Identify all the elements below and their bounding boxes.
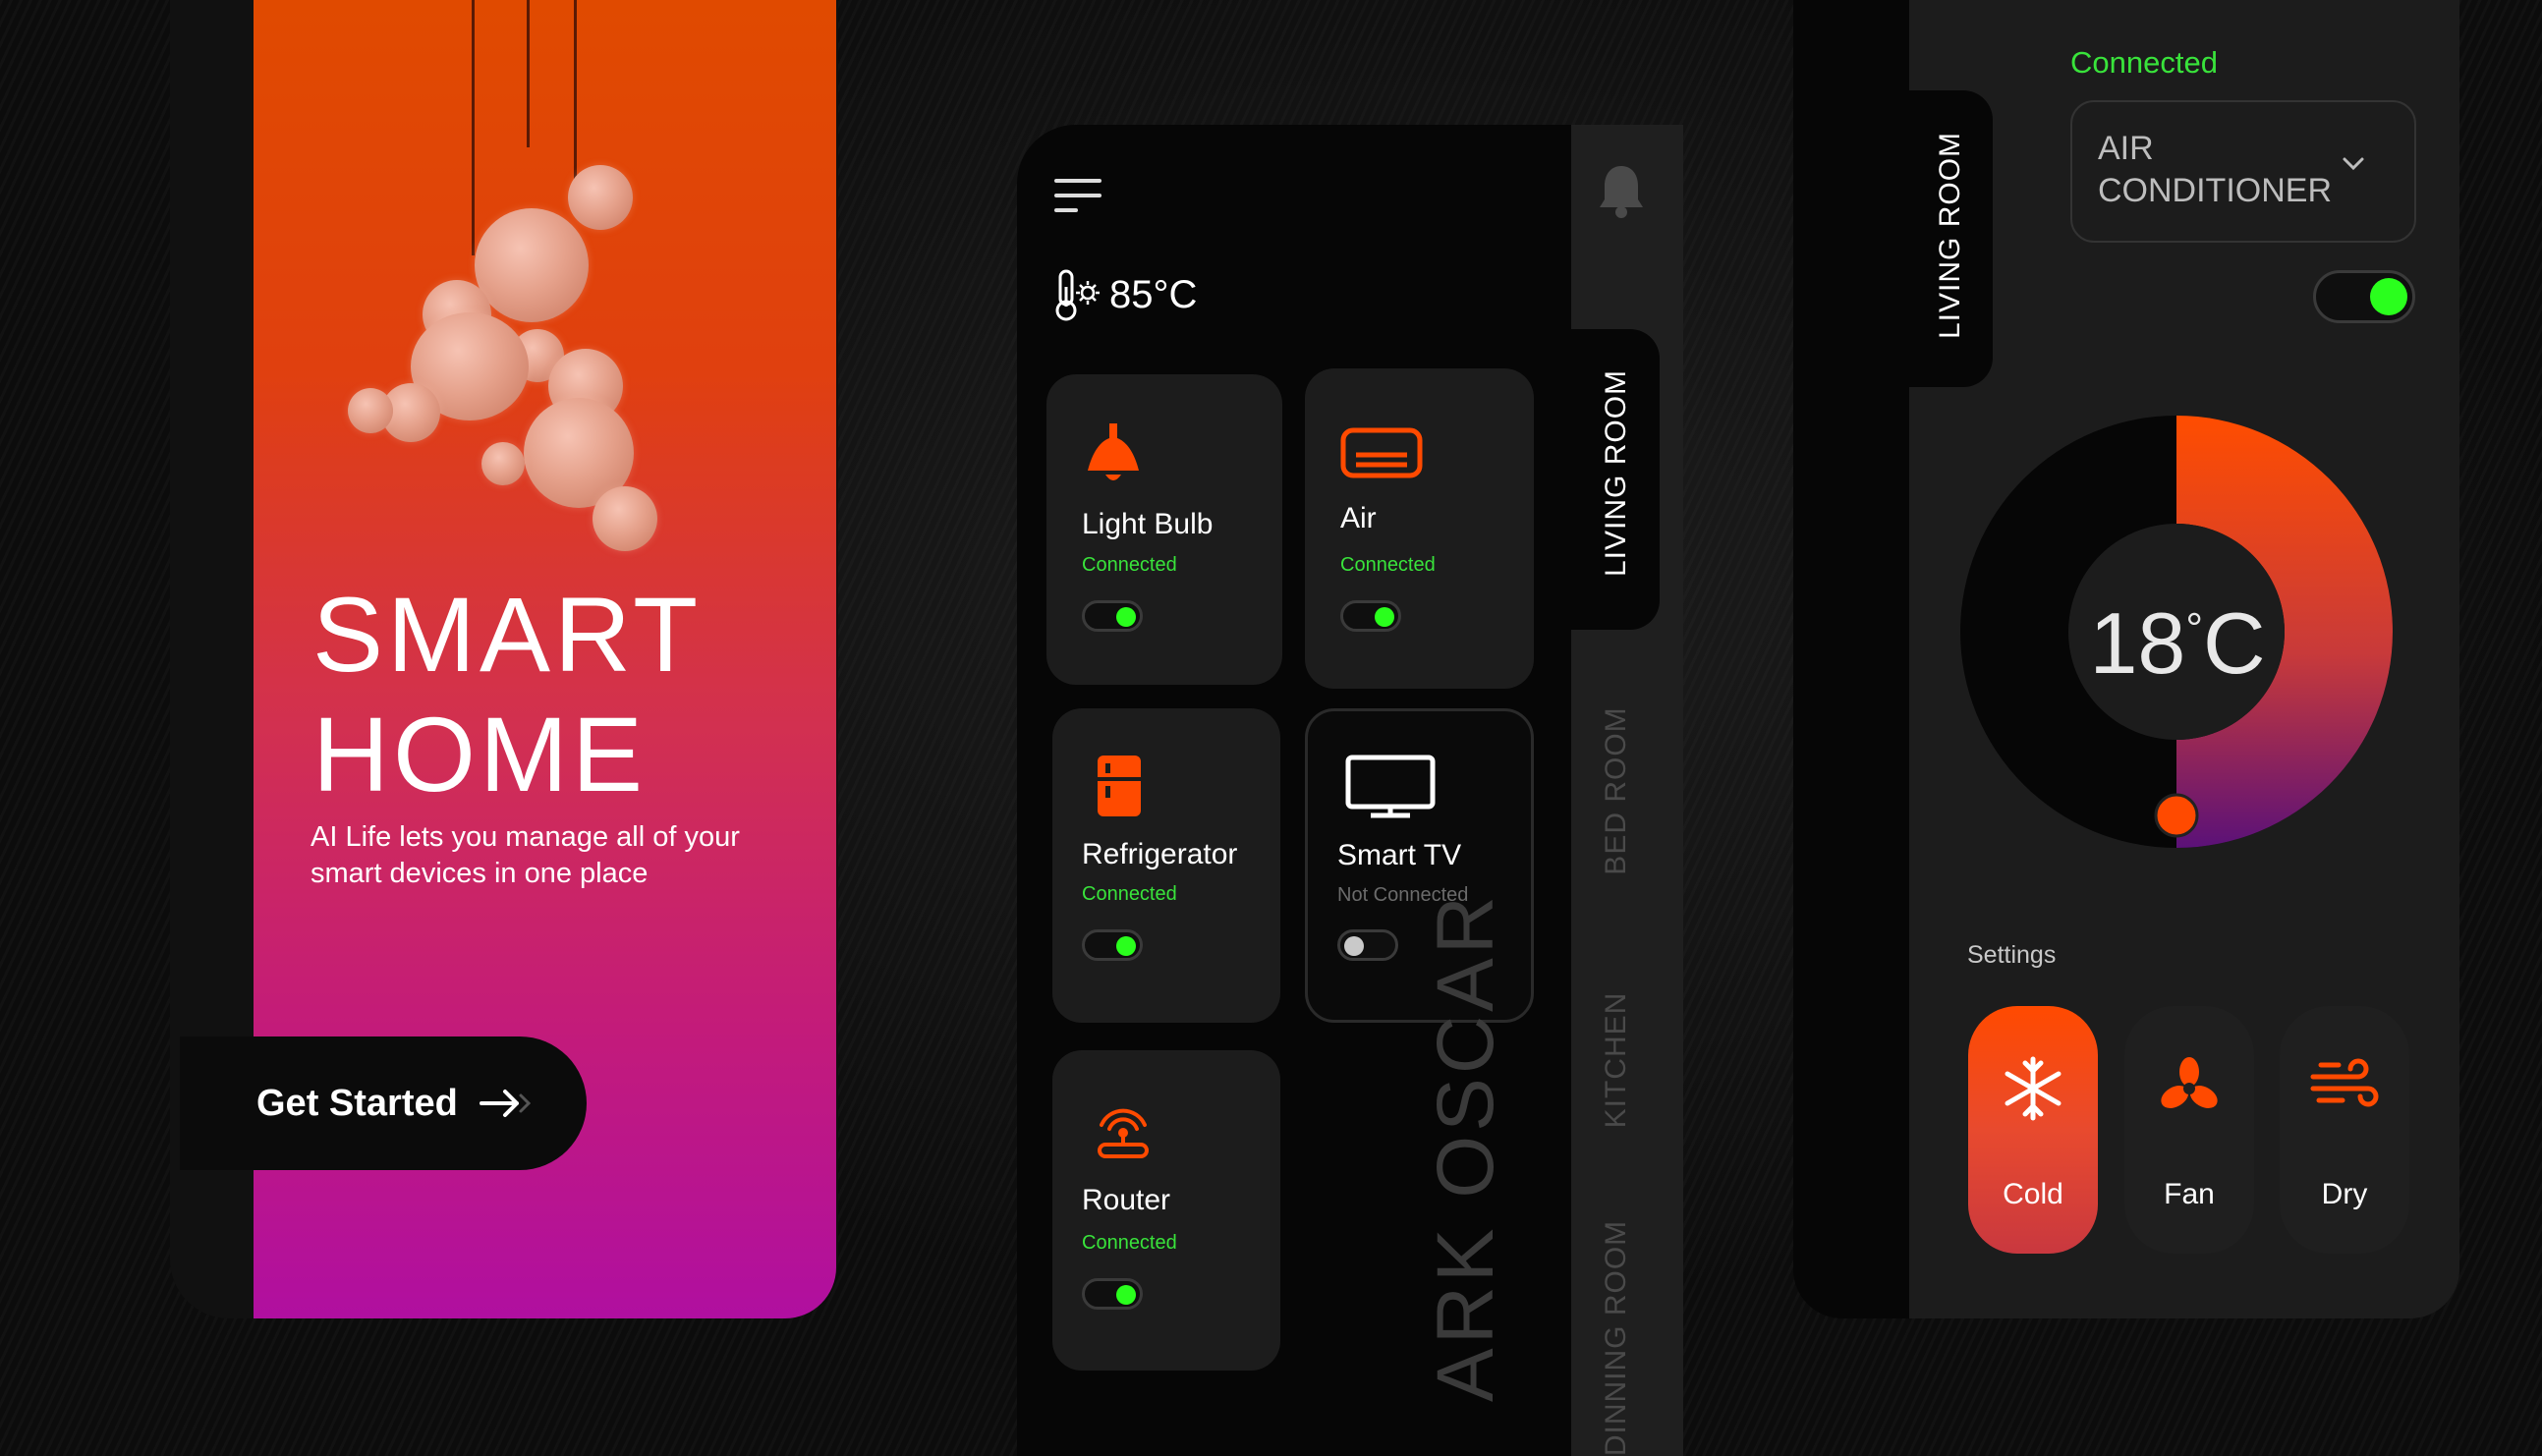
room-tab-living-room[interactable]: LIVING ROOM <box>1934 132 1967 339</box>
device-select-value: AIR CONDITIONER <box>2098 130 2332 209</box>
device-name: Air <box>1340 502 1377 534</box>
connection-status: Connected <box>2070 45 2218 80</box>
device-status: Connected <box>1340 554 1436 576</box>
device-name: Refrigerator <box>1082 838 1238 870</box>
device-select[interactable]: AIR CONDITIONER <box>2070 100 2416 243</box>
device-toggle[interactable] <box>1082 929 1143 961</box>
device-status: Connected <box>1082 1232 1177 1254</box>
bell-icon[interactable] <box>1597 162 1646 219</box>
light-bulb-icon <box>1088 423 1139 480</box>
device-toggle[interactable] <box>1340 600 1401 632</box>
snowflake-icon <box>2005 1056 2062 1121</box>
wind-icon <box>2310 1058 2379 1107</box>
device-card-refrigerator[interactable]: Refrigerator Connected <box>1052 708 1280 1023</box>
device-toggle[interactable] <box>1337 929 1398 961</box>
power-toggle[interactable] <box>2313 270 2415 323</box>
refrigerator-icon <box>1098 756 1141 816</box>
hero-title: SMART HOME <box>312 575 703 813</box>
hamburger-menu-icon[interactable] <box>1054 179 1102 226</box>
mode-fan-button[interactable]: Fan <box>2124 1006 2254 1254</box>
watermark-text: ARK OSCAR <box>1421 892 1510 1402</box>
mode-dry-button[interactable]: Dry <box>2280 1006 2409 1254</box>
thermometer-sun-icon <box>1055 269 1100 321</box>
lamp-wire <box>574 0 577 192</box>
ac-screen-frame <box>1793 0 1911 1318</box>
lamp-wire <box>527 0 530 147</box>
device-name: Light Bulb <box>1082 508 1214 540</box>
device-name: Smart TV <box>1337 839 1462 871</box>
device-card-air[interactable]: Air Connected <box>1305 368 1534 689</box>
air-conditioner-icon <box>1340 427 1423 478</box>
room-tab-kitchen[interactable]: KITCHEN <box>1600 962 1633 1158</box>
device-card-light-bulb[interactable]: Light Bulb Connected <box>1046 374 1282 685</box>
get-started-label: Get Started <box>256 1082 458 1124</box>
device-status: Connected <box>1082 883 1177 905</box>
room-tab-living-room[interactable]: LIVING ROOM <box>1600 369 1633 577</box>
settings-label: Settings <box>1967 941 2057 969</box>
temperature-readout: 18°C <box>2089 594 2266 692</box>
device-name: Router <box>1082 1184 1171 1216</box>
router-icon <box>1098 1108 1149 1158</box>
mode-cold-button[interactable]: Cold <box>1968 1006 2098 1254</box>
fan-icon <box>2161 1057 2218 1108</box>
device-toggle[interactable] <box>1082 1278 1143 1310</box>
weather-temperature: 85°C <box>1109 272 1198 316</box>
lamp-wire <box>472 0 475 255</box>
device-toggle[interactable] <box>1082 600 1143 632</box>
arrow-right-icon <box>479 1090 531 1117</box>
device-card-router[interactable]: Router Connected <box>1052 1050 1280 1371</box>
hero-description: AI Life lets you manage all of your smar… <box>311 821 740 889</box>
device-status: Connected <box>1082 554 1177 576</box>
tv-icon <box>1345 755 1436 818</box>
get-started-button[interactable]: Get Started <box>180 1036 587 1170</box>
temperature-value: 18 <box>2089 594 2186 692</box>
mode-label: Fan <box>2164 1178 2215 1210</box>
weather-widget: 85°C <box>1054 267 1197 322</box>
mode-label: Dry <box>2321 1178 2368 1210</box>
room-tab-bed-room[interactable]: BED ROOM <box>1600 693 1633 889</box>
mode-label: Cold <box>2003 1178 2063 1210</box>
room-tab-dinning-room[interactable]: DINNING ROOM <box>1600 1205 1633 1456</box>
chevron-down-icon <box>2343 157 2364 171</box>
temperature-unit: C <box>2202 594 2266 692</box>
